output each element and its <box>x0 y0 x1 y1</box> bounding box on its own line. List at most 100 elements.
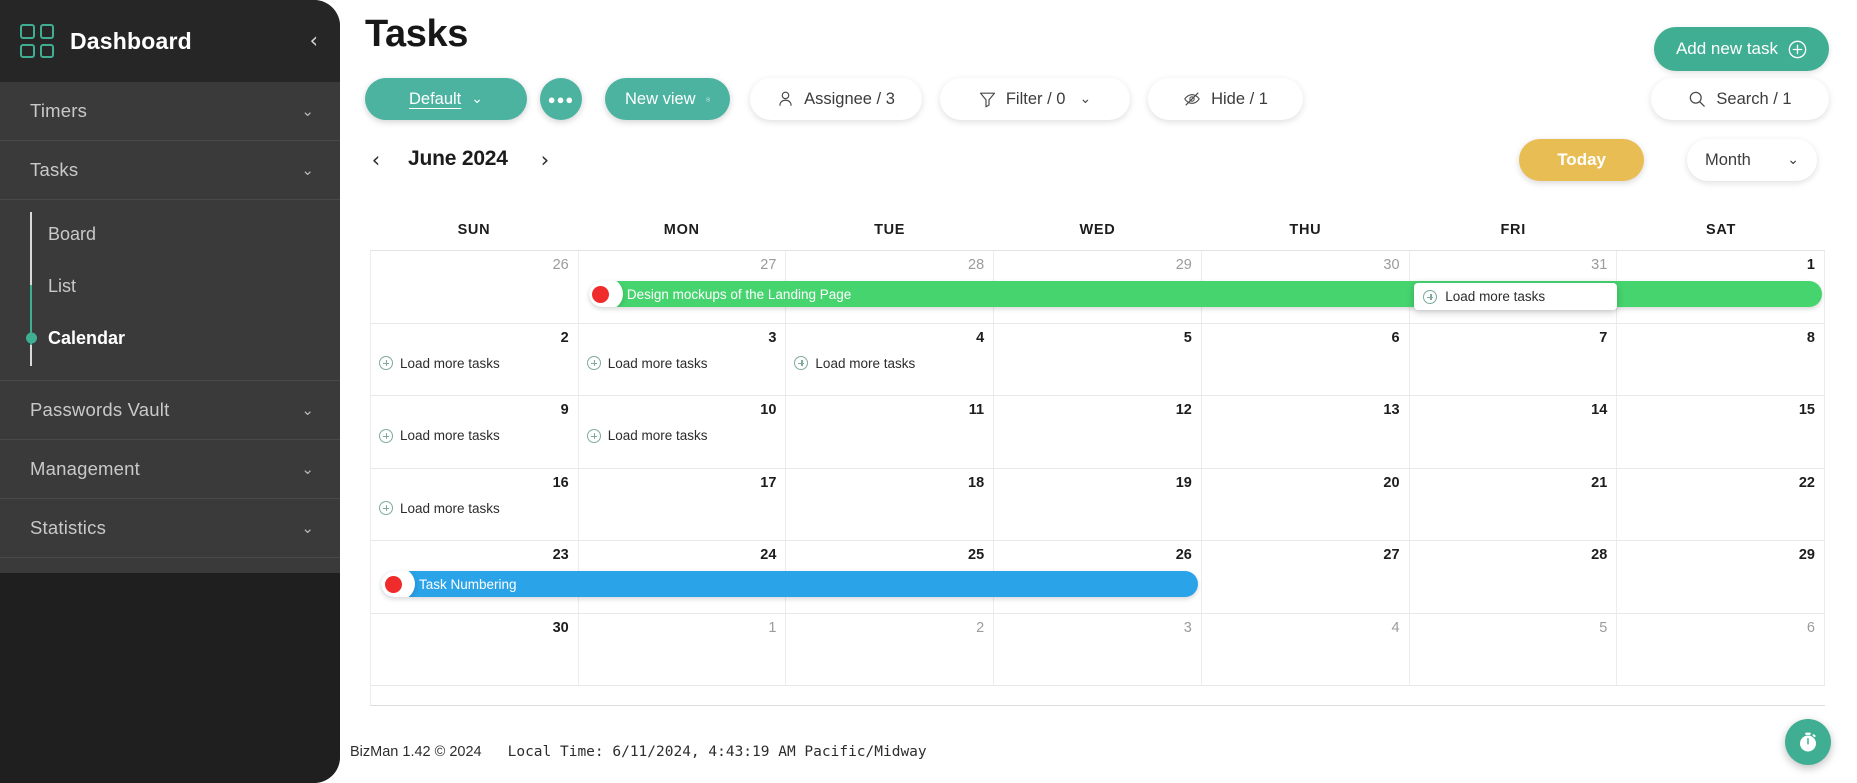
sidebar-item-board[interactable]: Board <box>0 208 340 260</box>
hide-label: Hide / 1 <box>1211 89 1268 108</box>
tasks-submenu: Board List Calendar <box>0 200 340 380</box>
sidebar-item-statistics[interactable]: Statistics ⌄ <box>0 499 340 557</box>
calendar-week-row: 9 Load more tasks 10 Load more tasks 11 12 13 1… <box>371 396 1825 469</box>
calendar-day-cell[interactable]: 3 Load more tasks <box>579 323 787 395</box>
day-number: 4 <box>976 329 985 346</box>
calendar-day-cell[interactable]: 16 Load more tasks <box>371 468 579 540</box>
assignee-filter-label: Assignee / 3 <box>804 89 895 108</box>
load-more-tasks-link[interactable]: Load more tasks <box>794 356 915 371</box>
stopwatch-icon <box>1800 732 1816 752</box>
chevron-down-icon: ⌄ <box>301 519 314 537</box>
day-number: 13 <box>1383 402 1400 418</box>
load-more-tasks-link[interactable]: Load more tasks <box>379 501 500 516</box>
calendar-day-cell[interactable]: 5 <box>1410 613 1618 685</box>
calendar-day-cell[interactable]: 19 <box>994 468 1202 540</box>
view-mode-select[interactable]: Month ⌄ <box>1687 139 1817 181</box>
plus-circle-icon <box>379 501 393 515</box>
calendar-day-cell[interactable]: 3 <box>994 613 1202 685</box>
load-more-tasks-link[interactable]: Load more tasks <box>379 428 500 443</box>
day-number: 30 <box>552 619 569 636</box>
calendar-day-cell[interactable]: 7 <box>1410 323 1618 395</box>
calendar-day-cell[interactable]: 10 Load more tasks <box>579 396 787 468</box>
today-label: Today <box>1557 150 1606 169</box>
active-dot-icon <box>26 332 37 344</box>
calendar-day-cell[interactable]: 28 <box>1410 541 1618 613</box>
next-month-button[interactable]: › <box>530 144 560 176</box>
day-number: 5 <box>1599 619 1608 636</box>
calendar-day-cell[interactable]: 27 <box>1202 541 1410 613</box>
day-number: 9 <box>560 402 569 418</box>
calendar-day-cell[interactable]: 17 <box>579 468 787 540</box>
calendar-day-cell[interactable]: 15 <box>1617 396 1825 468</box>
new-view-button[interactable]: New view <box>605 78 730 120</box>
hide-button[interactable]: Hide / 1 <box>1148 78 1303 120</box>
calendar-day-cell[interactable]: 1 <box>579 613 787 685</box>
chevron-right-icon: › <box>540 148 550 172</box>
calendar-day-cell[interactable]: 5 <box>994 323 1202 395</box>
calendar-event-bar[interactable]: Design mockups of the Landing Page <box>588 281 1822 307</box>
weekday-thu: THU <box>1289 222 1322 238</box>
calendar-nav: ‹ June 2024 › Today Month ⌄ <box>365 139 1829 186</box>
load-more-tasks-label: Load more tasks <box>400 355 500 371</box>
plus-circle-icon <box>586 428 601 443</box>
calendar-day-cell[interactable]: 30 <box>371 613 579 685</box>
calendar-day-cell[interactable]: 29 <box>1617 541 1825 613</box>
day-number: 15 <box>1798 402 1815 418</box>
view-more-options-button[interactable]: ●●● <box>540 78 582 120</box>
sidebar-header: Dashboard ‹ <box>0 0 340 82</box>
calendar-day-cell[interactable]: 2 Load more tasks <box>371 323 579 395</box>
calendar-day-cell[interactable]: 20 <box>1202 468 1410 540</box>
calendar-day-cell[interactable]: 9 Load more tasks <box>371 396 579 468</box>
calendar-week-row: 30 1 2 3 4 5 6 <box>371 613 1825 686</box>
calendar-day-cell[interactable]: 22 <box>1617 468 1825 540</box>
day-number: 23 <box>552 547 569 563</box>
timer-fab-button[interactable] <box>1785 719 1831 765</box>
calendar-day-cell[interactable]: 6 <box>1617 613 1825 685</box>
weekday-tue: TUE <box>874 222 906 238</box>
calendar-day-cell[interactable]: 21 <box>1410 468 1618 540</box>
search-button[interactable]: Search / 1 <box>1651 78 1829 120</box>
sidebar-item-list[interactable]: List <box>0 260 340 312</box>
calendar-event-bar[interactable]: Task Numbering <box>381 571 1199 597</box>
calendar-day-cell[interactable]: 4 Load more tasks <box>786 323 995 395</box>
today-button[interactable]: Today <box>1519 139 1644 181</box>
day-number: 29 <box>1175 257 1192 273</box>
add-new-task-label: Add new task <box>1675 39 1778 58</box>
calendar-day-cell[interactable]: 13 <box>1202 396 1410 468</box>
filter-button[interactable]: Filter / 0 ⌄ <box>940 78 1130 120</box>
calendar-day-cell[interactable]: 14 <box>1410 396 1618 468</box>
day-number: 16 <box>552 474 569 491</box>
calendar-day-cell[interactable]: 4 <box>1202 613 1410 685</box>
sidebar-item-passwords-vault[interactable]: Passwords Vault ⌄ <box>0 381 340 439</box>
calendar-day-cell[interactable]: 18 <box>786 468 995 540</box>
day-number: 6 <box>1806 619 1815 636</box>
sidebar-item-management[interactable]: Management ⌄ <box>0 440 340 498</box>
calendar-day-cell[interactable]: 2 <box>786 613 995 685</box>
calendar-day-cell[interactable]: 26 <box>371 251 579 323</box>
calendar-day-cell[interactable]: 12 <box>994 396 1202 468</box>
day-number: 25 <box>968 547 985 563</box>
day-number: 1 <box>768 619 777 636</box>
load-more-tasks-link[interactable]: Load more tasks <box>379 356 500 371</box>
assignee-filter-button[interactable]: Assignee / 3 <box>750 78 922 120</box>
sidebar-item-calendar[interactable]: Calendar <box>0 312 340 364</box>
sidebar-item-tasks[interactable]: Tasks ⌄ <box>0 141 340 199</box>
calendar-day-cell[interactable]: 8 <box>1617 323 1825 395</box>
chevron-left-icon[interactable]: ‹ <box>310 30 318 52</box>
load-more-tasks-label: Load more tasks <box>607 355 708 371</box>
prev-month-button[interactable]: ‹ <box>361 144 391 176</box>
add-new-task-button[interactable]: Add new task <box>1653 27 1829 71</box>
view-selector-default[interactable]: Default ⌄ <box>365 78 527 120</box>
sidebar-subitem-label: Calendar <box>48 327 126 348</box>
brand-title: Dashboard <box>70 27 192 54</box>
calendar-day-cell[interactable]: 6 <box>1202 323 1410 395</box>
sidebar-item-timers[interactable]: Timers ⌄ <box>0 82 340 140</box>
load-more-tasks-link[interactable]: Load more tasks <box>586 355 708 371</box>
calendar-grid: 26 27 28 29 30 31 1 Design mockups of the Landi… <box>370 250 1825 705</box>
load-more-tasks-overlay[interactable]: Load more tasks <box>1414 283 1618 310</box>
sidebar-subitem-label: List <box>48 275 77 296</box>
local-time-label: Local Time: 6/11/2024, 4:43:19 AM Pacifi… <box>507 744 927 760</box>
load-more-tasks-label: Load more tasks <box>607 428 708 443</box>
calendar-day-cell[interactable]: 11 <box>786 396 995 468</box>
load-more-tasks-link[interactable]: Load more tasks <box>586 428 708 443</box>
